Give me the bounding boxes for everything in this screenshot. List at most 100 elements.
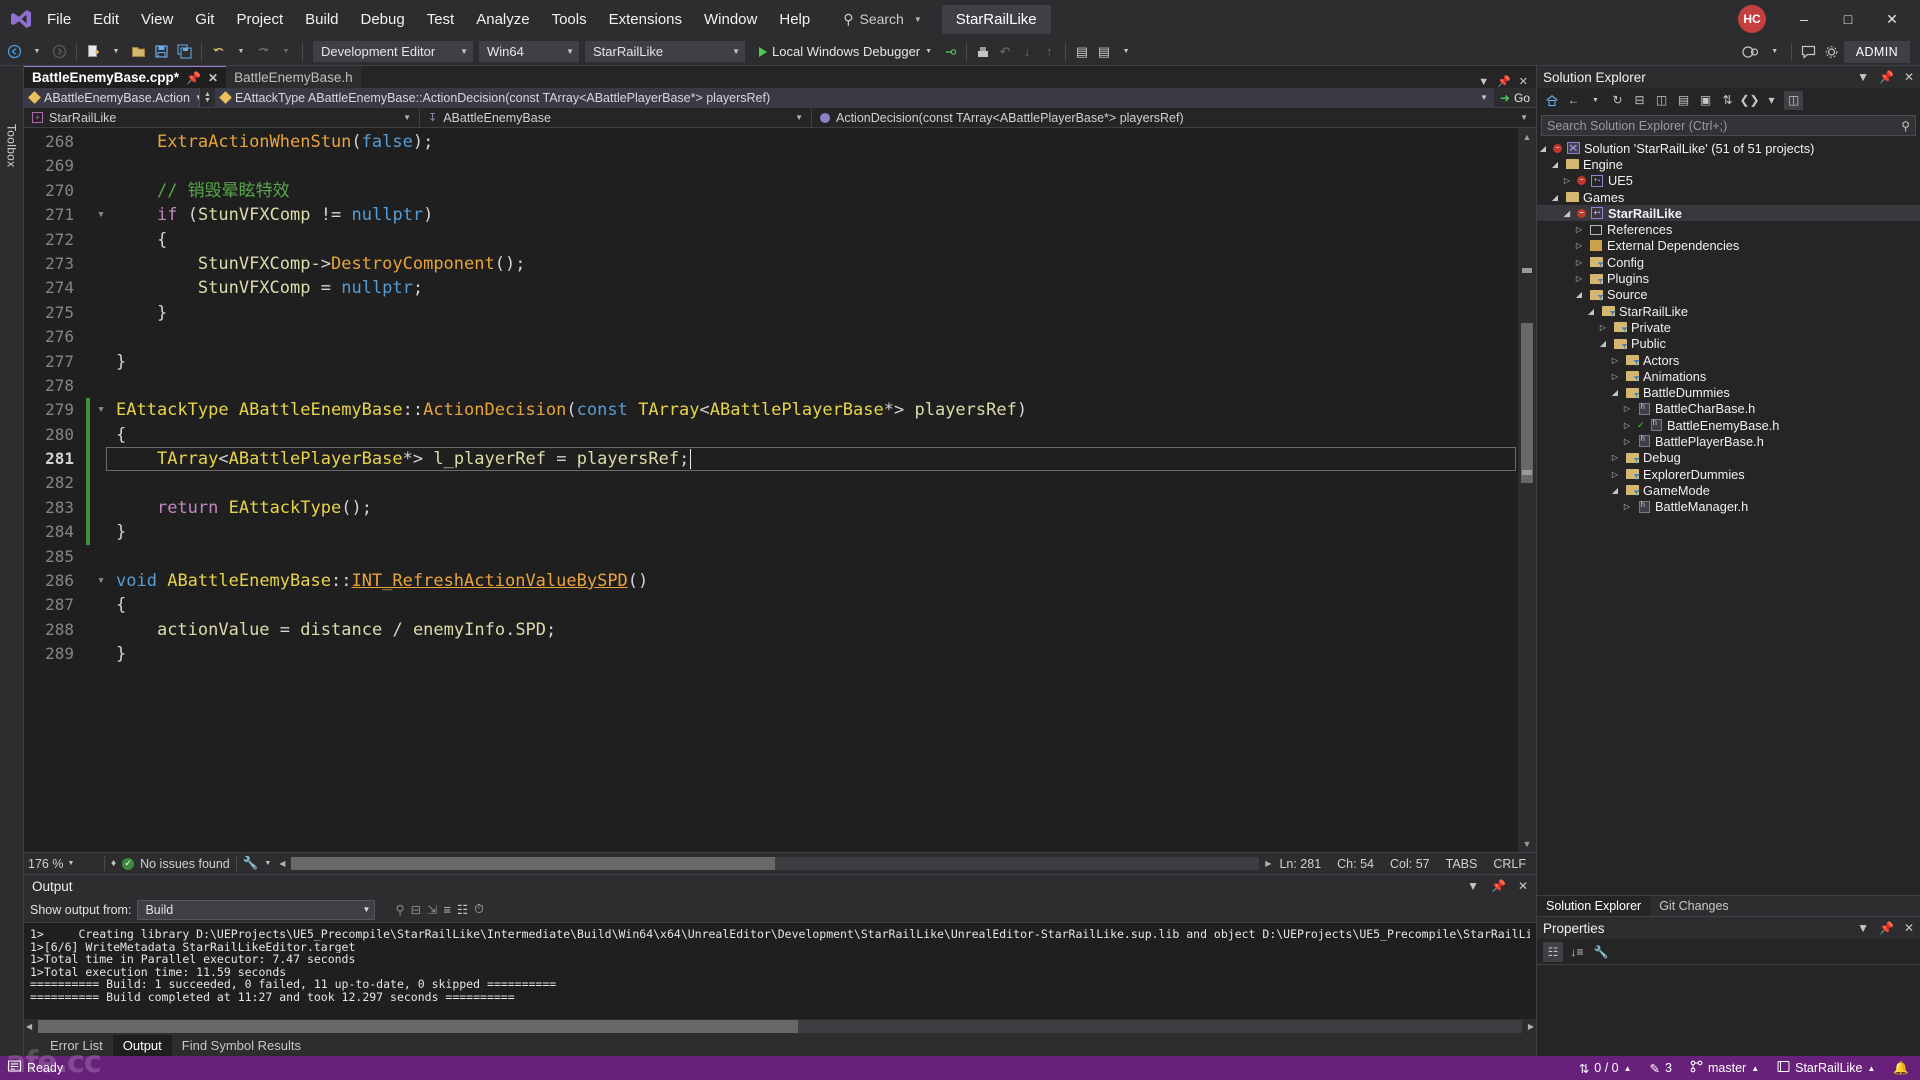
menu-debug[interactable]: Debug <box>350 5 416 34</box>
expand-chevron-icon[interactable]: ▷ <box>1597 323 1609 332</box>
fold-toggle-icon[interactable]: ▾ <box>90 569 112 593</box>
editor-vertical-scrollbar[interactable]: ▲ ▼ <box>1518 128 1536 852</box>
code-text-area[interactable]: 268 ExtraActionWhenStun(false); 269 270 … <box>24 128 1518 852</box>
breadcrumb-member[interactable]: ActionDecision(const TArray<ABattlePlaye… <box>812 108 1536 128</box>
collapse-chevron-icon[interactable]: ◢ <box>1549 160 1561 169</box>
toggle-icon[interactable]: ☷ <box>457 902 468 917</box>
expand-chevron-icon[interactable]: ▷ <box>1609 470 1621 479</box>
collapse-chevron-icon[interactable]: ◢ <box>1585 307 1597 316</box>
goto-icon[interactable]: ⇲ <box>427 902 437 917</box>
output-source-select[interactable]: Build ▼ <box>137 899 376 920</box>
refresh-icon[interactable]: ↻ <box>1608 91 1627 110</box>
expand-chevron-icon[interactable]: ▷ <box>1621 404 1633 413</box>
settings-icon[interactable] <box>1821 41 1842 63</box>
pending-changes-status[interactable]: ✎ 3 <box>1641 1056 1681 1080</box>
chevron-down-icon[interactable]: ▼ <box>1478 76 1489 88</box>
tree-item-public[interactable]: ◢ Public <box>1537 336 1920 352</box>
tree-item-solution[interactable]: ◢ − Solution 'StarRailLike' (51 of 51 pr… <box>1537 140 1920 156</box>
tree-item-source[interactable]: ◢ Source <box>1537 287 1920 303</box>
attach-process-icon[interactable] <box>940 41 960 63</box>
properties-icon[interactable]: ▤ <box>1674 91 1693 110</box>
collapse-chevron-icon[interactable]: ◢ <box>1597 339 1609 348</box>
breadcrumb-class[interactable]: ↧ ABattleEnemyBase ▼ <box>420 107 812 128</box>
chevron-down-icon[interactable]: ▼ <box>1467 879 1479 893</box>
live-share-icon[interactable] <box>1739 41 1763 63</box>
source-control-status[interactable]: ⇅ 0 / 0 ▲ <box>1570 1056 1641 1080</box>
show-all-files-icon[interactable]: ◫ <box>1652 91 1671 110</box>
chevron-down-icon[interactable]: ▼ <box>1586 91 1605 110</box>
navigate-forward-icon[interactable] <box>49 41 70 63</box>
collapse-chevron-icon[interactable]: ◢ <box>1609 486 1621 495</box>
search-input[interactable]: ⚲ Search ▼ <box>835 7 932 32</box>
expand-chevron-icon[interactable]: ▷ <box>1609 372 1621 381</box>
file-view-icon[interactable]: ◫ <box>1784 90 1803 110</box>
undo-dropdown-icon[interactable]: ▼ <box>231 41 251 63</box>
undo-icon[interactable] <box>208 41 229 63</box>
scope-select[interactable]: ABattleEnemyBase.Action ▼ <box>24 87 200 108</box>
code-line-current[interactable]: 281 TArray<ABattlePlayerBase*> l_playerR… <box>24 447 1518 472</box>
solution-platform-select[interactable]: Win64 ▼ <box>479 41 579 62</box>
maximize-icon[interactable]: □ <box>1826 1 1870 37</box>
properties-grid[interactable] <box>1537 965 1920 1056</box>
solution-tree[interactable]: ◢ − Solution 'StarRailLike' (51 of 51 pr… <box>1537 139 1920 895</box>
close-icon[interactable]: ✕ <box>1518 879 1528 893</box>
tab-git-changes[interactable]: Git Changes <box>1650 896 1737 916</box>
clear-all-icon[interactable]: ⊟ <box>411 902 421 917</box>
toolbox-panel[interactable]: Toolbox <box>0 66 24 1056</box>
home-icon[interactable] <box>1542 91 1561 110</box>
tree-item-gamemode[interactable]: ◢ GameMode <box>1537 482 1920 498</box>
pin-icon[interactable]: 📌 <box>1497 75 1511 88</box>
wrench-icon[interactable]: 🔧 <box>243 856 259 871</box>
back-forward-icon[interactable]: ← <box>1564 91 1583 110</box>
tree-item-battleenemybase-h[interactable]: ▷ ✓ BattleEnemyBase.h <box>1537 417 1920 433</box>
tree-item-debug[interactable]: ▷ Debug <box>1537 450 1920 466</box>
chevron-down-icon[interactable]: ▼ <box>1857 70 1869 84</box>
scroll-left-icon[interactable]: ◀ <box>26 1022 32 1031</box>
alphabetical-icon[interactable]: ↓≡ <box>1567 942 1587 962</box>
categorized-icon[interactable]: ☷ <box>1543 941 1563 962</box>
step-into-icon[interactable]: ↓ <box>1017 41 1037 63</box>
tree-item-references[interactable]: ▷ References <box>1537 221 1920 237</box>
scrollbar-thumb[interactable] <box>291 857 776 870</box>
chevron-down-icon[interactable]: ▼ <box>264 860 271 867</box>
search-solution-explorer-input[interactable]: Search Solution Explorer (Ctrl+;) ⚲ <box>1541 115 1916 136</box>
menu-project[interactable]: Project <box>225 5 294 34</box>
close-icon[interactable]: ✕ <box>1904 70 1914 84</box>
expand-chevron-icon[interactable]: ▷ <box>1609 453 1621 462</box>
branch-status[interactable]: master ▲ <box>1681 1056 1768 1080</box>
tree-item-private[interactable]: ▷ Private <box>1537 319 1920 335</box>
collapse-chevron-icon[interactable]: ◢ <box>1561 209 1573 218</box>
collapse-chevron-icon[interactable]: ◢ <box>1549 193 1561 202</box>
splitter-handle[interactable]: ▲ ▼ <box>200 91 215 104</box>
avatar[interactable]: HC <box>1738 5 1766 33</box>
expand-chevron-icon[interactable]: ▷ <box>1573 225 1585 234</box>
menu-build[interactable]: Build <box>294 5 349 34</box>
scrollbar-thumb[interactable] <box>38 1020 798 1033</box>
preview-icon[interactable]: ▣ <box>1696 91 1715 110</box>
expand-chevron-icon[interactable]: ▷ <box>1621 502 1633 511</box>
menu-help[interactable]: Help <box>768 5 821 34</box>
live-share-dropdown-icon[interactable]: ▼ <box>1765 41 1785 63</box>
menu-analyze[interactable]: Analyze <box>465 5 540 34</box>
history-icon[interactable]: ⏱ <box>474 902 484 917</box>
open-file-icon[interactable] <box>128 41 149 63</box>
go-button[interactable]: ➜ Go <box>1494 91 1536 105</box>
find-icon[interactable]: ⚲ <box>395 902 404 917</box>
tab-error-list[interactable]: Error List <box>40 1035 113 1056</box>
save-icon[interactable] <box>151 41 172 63</box>
expand-chevron-icon[interactable]: ▷ <box>1561 176 1573 185</box>
chevron-down-icon[interactable]: ▼ <box>1857 921 1869 935</box>
diagnostics-icon[interactable]: ▤ <box>1094 41 1114 63</box>
new-item-icon[interactable] <box>83 41 104 63</box>
scroll-left-icon[interactable]: ◀ <box>279 859 285 868</box>
sync-icon[interactable]: ⇅ <box>1718 91 1737 110</box>
navigate-back-icon[interactable] <box>4 41 25 63</box>
word-wrap-icon[interactable]: ≡ <box>444 903 451 917</box>
start-debugging-button[interactable]: Local Windows Debugger ▼ <box>753 41 938 63</box>
step-out-icon[interactable]: ↑ <box>1039 41 1059 63</box>
scrollbar-thumb[interactable] <box>1521 323 1533 483</box>
pin-icon[interactable]: 📌 <box>1879 70 1894 84</box>
tree-item-starraillike-project[interactable]: ◢ − + + StarRailLike <box>1537 205 1920 222</box>
fold-toggle-icon[interactable]: ▾ <box>90 203 112 227</box>
expand-chevron-icon[interactable]: ▷ <box>1621 421 1633 430</box>
